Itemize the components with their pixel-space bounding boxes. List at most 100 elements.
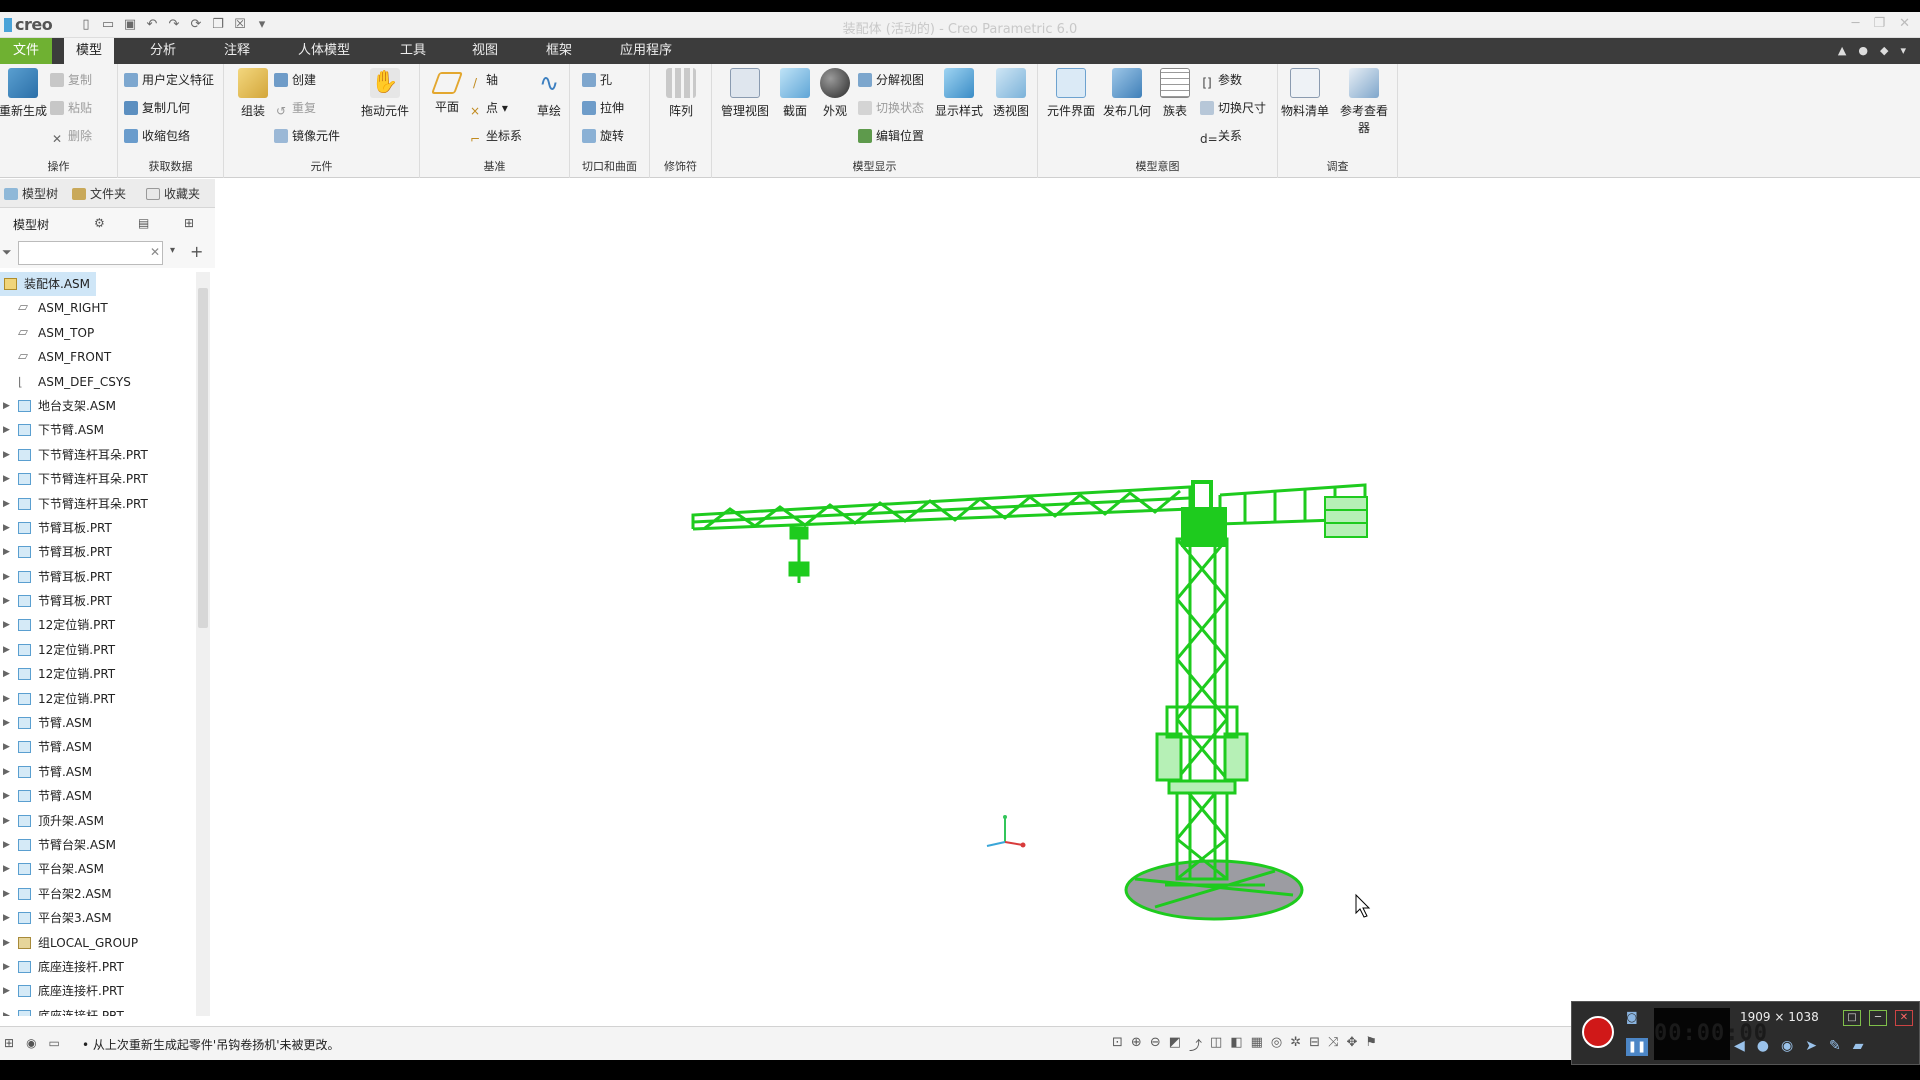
tree-item[interactable]: ▶ 节臂耳板.PRT <box>0 565 196 589</box>
pen-icon[interactable]: ✎ <box>1829 1038 1841 1054</box>
tree-item[interactable]: ▶ 平台架3.ASM <box>0 906 196 930</box>
group-label-datum[interactable]: 基准 <box>420 158 569 174</box>
display-style-toolbar-icon[interactable]: ◎ <box>1271 1035 1282 1054</box>
tree-item[interactable]: ▶ 下节臂连杆耳朵.PRT <box>0 492 196 516</box>
close-icon[interactable]: ✕ <box>1899 16 1910 31</box>
full-screen-icon[interactable]: ▭ <box>49 1036 60 1050</box>
tab-framework[interactable]: 框架 <box>534 38 584 64</box>
tree-item[interactable]: ▶ 节臂耳板.PRT <box>0 589 196 613</box>
tower-crane-model[interactable] <box>215 179 1920 1026</box>
settings-icon[interactable]: ◆ <box>1880 44 1888 57</box>
tree-item[interactable]: ▶ 组LOCAL_GROUP <box>0 931 196 955</box>
drag-component-button[interactable]: ✋ 拖动元件 <box>358 68 412 119</box>
expand-arrow-icon[interactable]: ▶ <box>3 809 10 833</box>
tree-item[interactable]: ▶ 节臂耳板.PRT <box>0 516 196 540</box>
axis-button[interactable]: / 轴 <box>468 70 498 90</box>
folder-open-icon[interactable]: ▰ <box>1853 1038 1864 1054</box>
tab-file[interactable]: 文件 <box>0 38 52 64</box>
repeat-button[interactable]: ↺ 重复 <box>274 98 316 118</box>
csys-button[interactable]: ⌐ 坐标系 <box>468 126 522 146</box>
group-label-model-display[interactable]: 模型显示 <box>712 158 1037 174</box>
scrollbar-thumb[interactable] <box>198 288 208 628</box>
plane-button[interactable]: 平面 <box>420 68 474 115</box>
datum-display-icon[interactable]: ✲ <box>1290 1035 1301 1054</box>
camera-icon[interactable]: ◙ <box>1626 1010 1648 1026</box>
expand-arrow-icon[interactable]: ▶ <box>3 638 10 662</box>
more-dropdown-icon[interactable]: ▾ <box>1900 44 1906 57</box>
publish-geometry-button[interactable]: 发布几何 <box>1100 68 1154 119</box>
expand-arrow-icon[interactable]: ▶ <box>3 784 10 808</box>
point-button[interactable]: × 点 ▾ <box>468 98 508 118</box>
group-label-component[interactable]: 元件 <box>224 158 419 174</box>
tree-item[interactable]: ▶ 地台支架.ASM <box>0 394 196 418</box>
expand-arrow-icon[interactable]: ▶ <box>3 833 10 857</box>
regenerate-button[interactable]: 重新生成 <box>0 68 50 119</box>
expand-arrow-icon[interactable]: ▶ <box>3 931 10 955</box>
model-tree-scrollbar[interactable] <box>196 272 210 1016</box>
tree-item[interactable]: ▶ 12定位销.PRT <box>0 687 196 711</box>
tree-item[interactable]: ▶ 下节臂.ASM <box>0 418 196 442</box>
tree-item[interactable]: ▶ 节臂台架.ASM <box>0 833 196 857</box>
expand-arrow-icon[interactable]: ▶ <box>3 492 10 516</box>
spin-center-icon[interactable]: ⤴ <box>1189 1035 1202 1054</box>
tree-settings-icon[interactable]: ⚙ <box>94 216 110 230</box>
expand-arrow-icon[interactable]: ▶ <box>3 467 10 491</box>
tree-item[interactable]: ▶ 12定位销.PRT <box>0 662 196 686</box>
expand-arrow-icon[interactable]: ▶ <box>3 1004 10 1016</box>
collapse-ribbon-icon[interactable]: ▲ <box>1838 44 1846 57</box>
explode-view-button[interactable]: 分解视图 <box>858 70 924 90</box>
tree-item[interactable]: ▶ 顶升架.ASM <box>0 809 196 833</box>
microphone-icon[interactable]: ● <box>1757 1038 1769 1054</box>
tree-item[interactable]: ▶ 平台架2.ASM <box>0 882 196 906</box>
udf-button[interactable]: 用户定义特征 <box>124 70 214 90</box>
tree-item[interactable]: ▶ 节臂.ASM <box>0 784 196 808</box>
tree-item[interactable]: ▶ 底座连接杆.PRT <box>0 1004 196 1016</box>
tree-item[interactable]: ▶ 底座连接杆.PRT <box>0 979 196 1003</box>
toggle-state-button[interactable]: 切换状态 <box>858 98 924 118</box>
group-label-model-intent[interactable]: 模型意图 <box>1038 158 1277 174</box>
display-style-button[interactable]: 显示样式 <box>932 68 986 119</box>
cursor-icon[interactable]: ➤ <box>1805 1038 1817 1054</box>
expand-arrow-icon[interactable]: ▶ <box>3 687 10 711</box>
flag-icon[interactable]: ⚑ <box>1365 1035 1377 1054</box>
expand-arrow-icon[interactable]: ▶ <box>3 540 10 564</box>
saved-orientations-icon[interactable]: ◫ <box>1210 1035 1222 1054</box>
tree-item[interactable]: ▱ ASM_TOP <box>0 321 196 345</box>
tab-view[interactable]: 视图 <box>460 38 510 64</box>
tab-model[interactable]: 模型 <box>64 38 115 64</box>
zoom-in-icon[interactable]: ⊕ <box>1131 1035 1142 1054</box>
expand-arrow-icon[interactable]: ▶ <box>3 955 10 979</box>
tree-item[interactable]: ⌊ ASM_DEF_CSYS <box>0 370 196 394</box>
expand-arrow-icon[interactable]: ▶ <box>3 882 10 906</box>
graphics-viewport[interactable] <box>215 179 1920 1026</box>
shrinkwrap-button[interactable]: 收缩包络 <box>124 126 190 146</box>
copy-button[interactable]: 复制 <box>50 70 92 90</box>
bom-button[interactable]: 物料清单 <box>1278 68 1332 119</box>
expand-arrow-icon[interactable]: ▶ <box>3 418 10 442</box>
tree-item[interactable]: ▶ 节臂耳板.PRT <box>0 540 196 564</box>
clear-search-icon[interactable]: ✕ <box>150 245 160 259</box>
tab-model-tree[interactable]: 模型树 <box>4 185 58 202</box>
help-icon[interactable]: ● <box>1858 44 1868 57</box>
tree-item[interactable]: ▱ ASM_FRONT <box>0 345 196 369</box>
expand-arrow-icon[interactable]: ▶ <box>3 760 10 784</box>
appearance-button[interactable]: 外观 <box>808 68 862 119</box>
reference-viewer-button[interactable]: 参考查看器 <box>1336 68 1392 136</box>
relations-button[interactable]: d=关系 <box>1200 126 1242 146</box>
recorder-restore-icon[interactable]: □ <box>1843 1010 1861 1026</box>
switch-dims-button[interactable]: 切换尺寸 <box>1200 98 1266 118</box>
expand-arrow-icon[interactable]: ▶ <box>3 711 10 735</box>
group-label-cut-surface[interactable]: 切口和曲面 <box>570 158 649 174</box>
pause-button[interactable]: ❚❚ <box>1626 1038 1648 1056</box>
perspective-button[interactable]: 透视图 <box>984 68 1038 119</box>
expand-arrow-icon[interactable]: ▶ <box>3 613 10 637</box>
hole-button[interactable]: 孔 <box>582 70 612 90</box>
pan-icon[interactable]: ✥ <box>1346 1035 1357 1054</box>
tab-applications[interactable]: 应用程序 <box>608 38 684 64</box>
group-label-modifiers[interactable]: 修饰符 <box>650 158 711 174</box>
minimize-icon[interactable]: ─ <box>1852 16 1860 31</box>
mirror-component-button[interactable]: 镜像元件 <box>274 126 340 146</box>
refit-icon[interactable]: ⊡ <box>1112 1035 1123 1054</box>
tree-item[interactable]: ▶ 节臂.ASM <box>0 760 196 784</box>
spin-icon[interactable]: ⤨ <box>1328 1035 1338 1054</box>
